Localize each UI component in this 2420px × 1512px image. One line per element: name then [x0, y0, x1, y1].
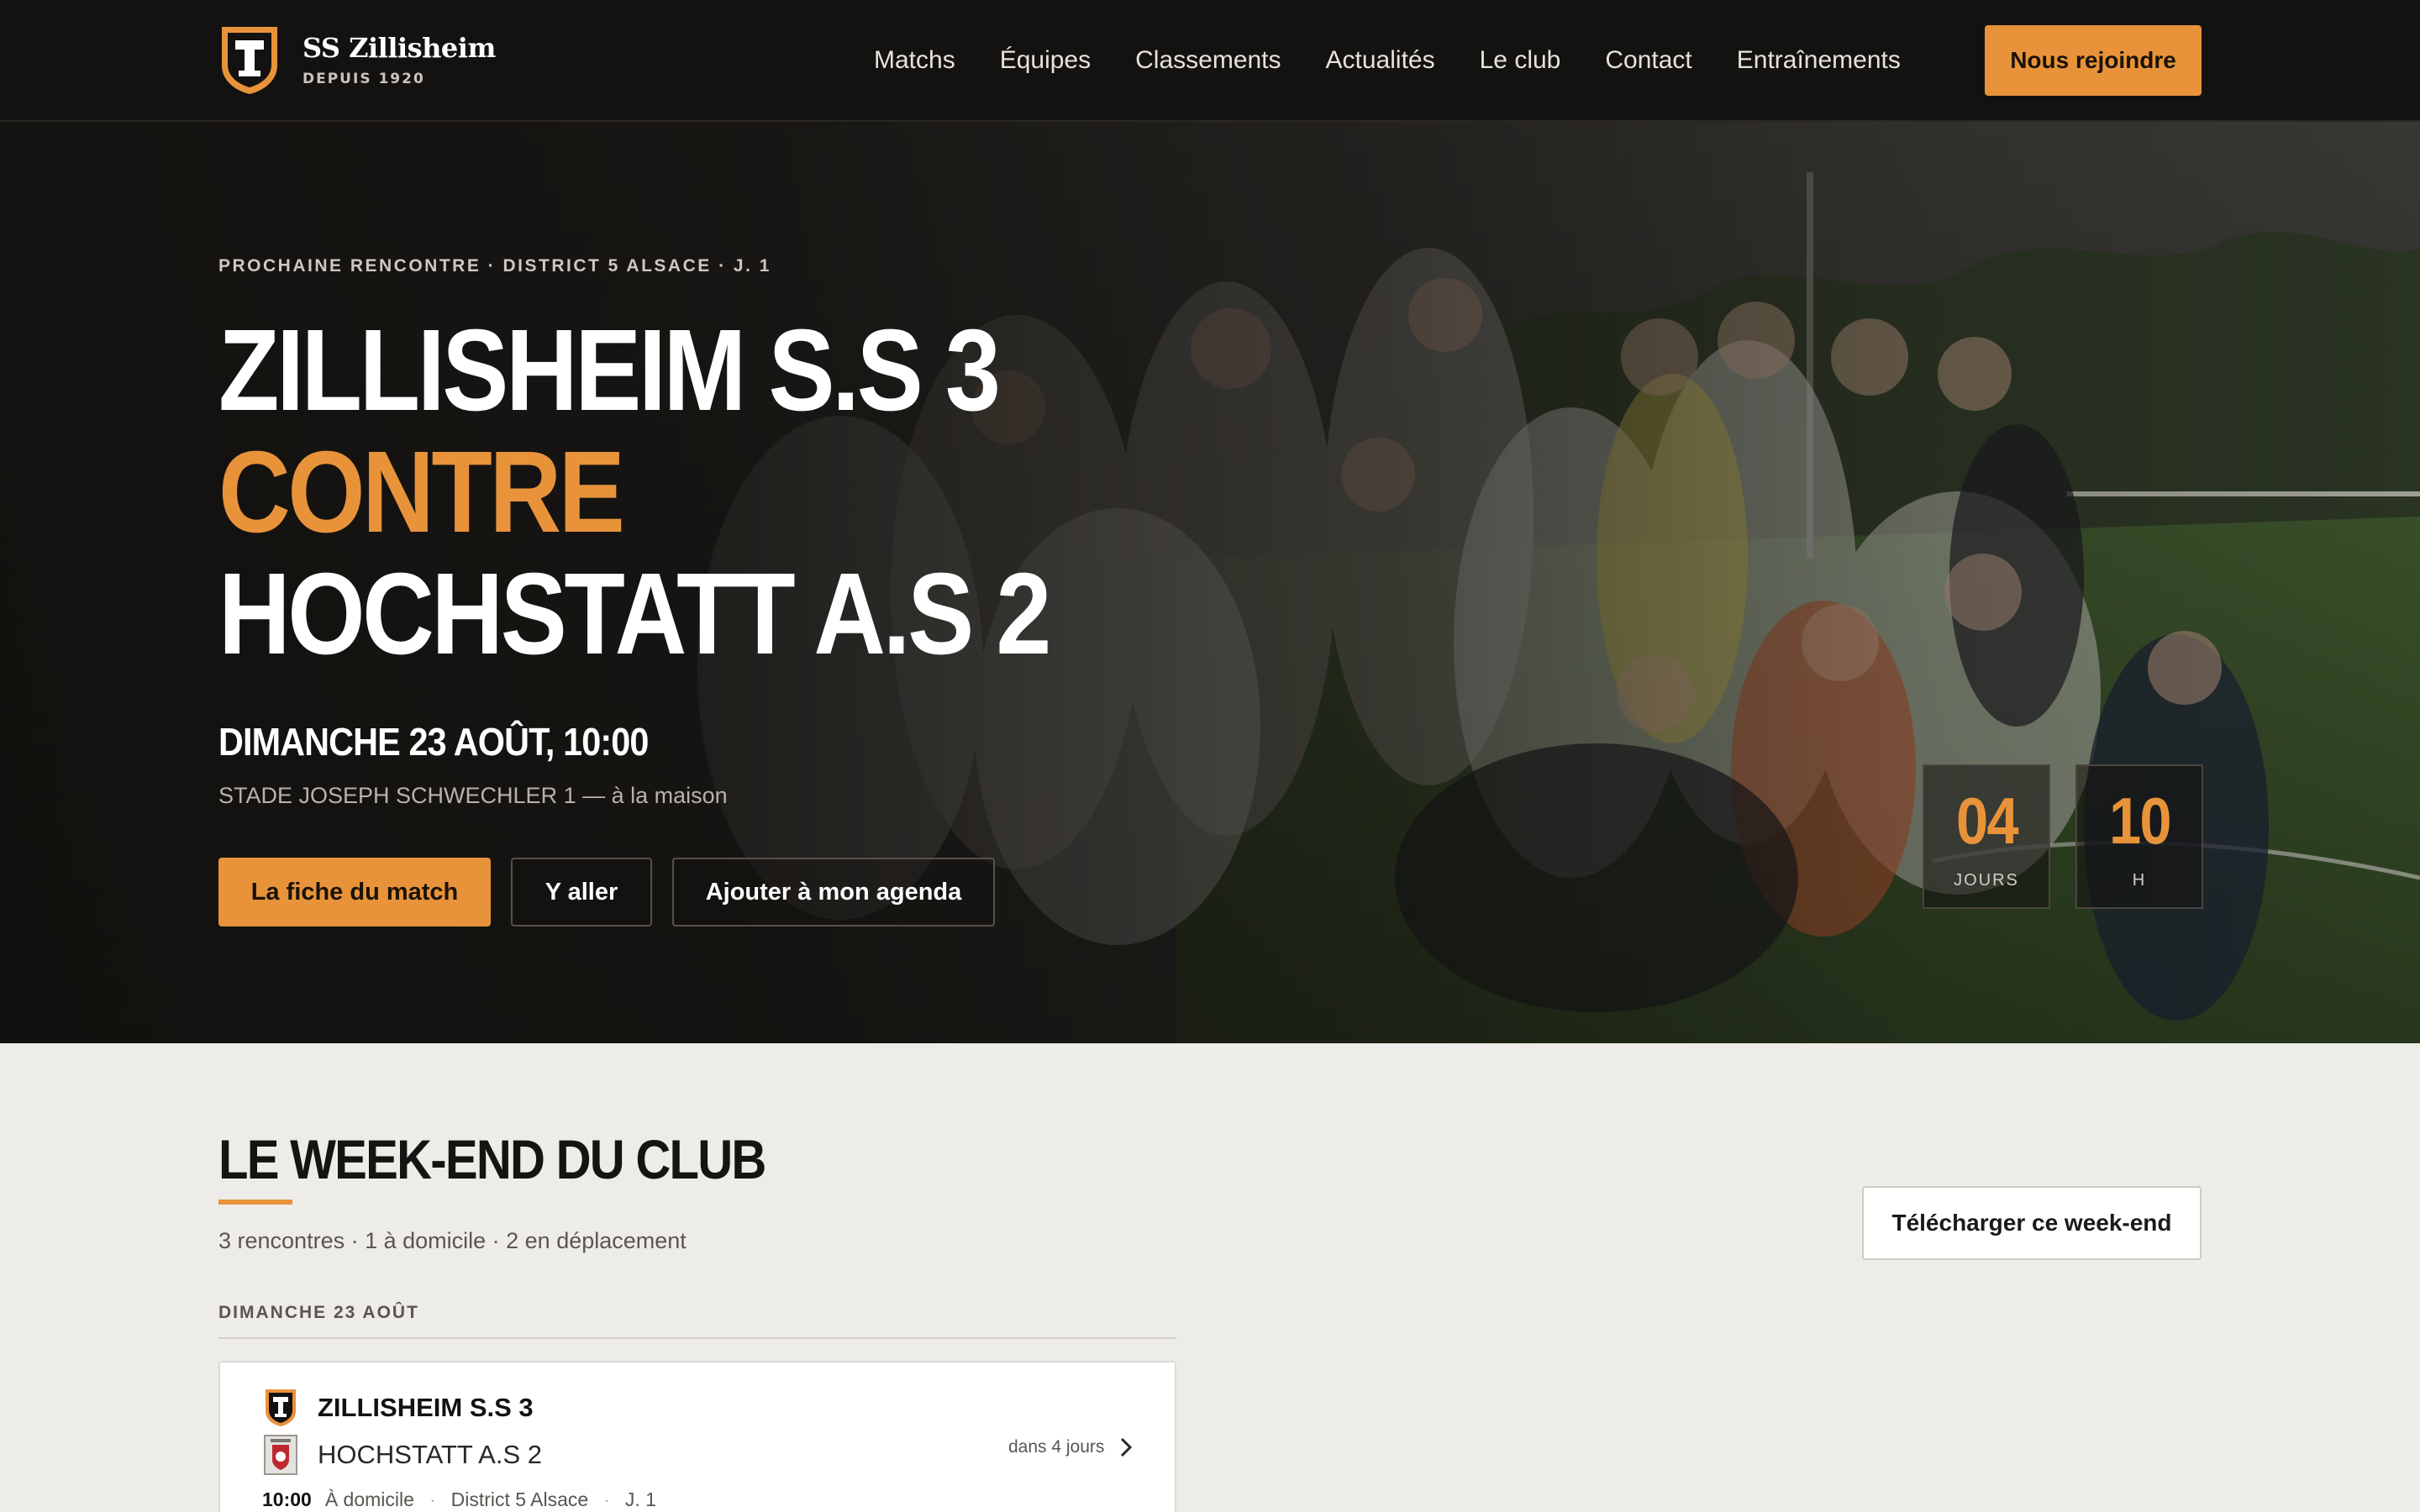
weekend-summary: 3 rencontres · 1 à domicile · 2 en dépla…: [218, 1228, 687, 1253]
match-details-button[interactable]: La fiche du match: [218, 858, 491, 927]
next-match-hero: PROCHAINE RENCONTRE · DISTRICT 5 ALSACE …: [0, 122, 2420, 1043]
top-navigation: SS Zillisheim DEPUIS 1920 Matchs Équipes…: [0, 0, 2420, 122]
match-card-away-row: HOCHSTATT A.S 2: [264, 1435, 542, 1475]
versus-label: CONTRE: [218, 428, 625, 557]
hero-actions: La fiche du match Y aller Ajouter à mon …: [218, 858, 1227, 927]
day-divider: [218, 1337, 1176, 1339]
match-card-competition: District 5 Alsace: [450, 1488, 589, 1510]
title-underline: [218, 1200, 292, 1205]
menu-item-contact[interactable]: Contact: [1605, 46, 1691, 75]
chevron-right-icon: [1121, 1437, 1133, 1457]
day-heading: DIMANCHE 23 AOÛT: [218, 1303, 419, 1322]
away-team-name: HOCHSTATT A.S 2: [218, 549, 1051, 679]
menu-item-actualites[interactable]: Actualités: [1326, 46, 1435, 75]
countdown-days-value: 04: [1955, 784, 2019, 858]
menu-item-classements[interactable]: Classements: [1135, 46, 1281, 75]
weekend-title: LE WEEK-END DU CLUB: [218, 1128, 766, 1190]
match-date: DIMANCHE 23 AOÛT, 10:00: [218, 720, 649, 764]
countdown-days: 04 JOURS: [1923, 764, 2050, 909]
match-headline: ZILLISHEIM S.S 3 CONTRE HOCHSTATT A.S 2: [218, 310, 1086, 675]
match-card-time: 10:00: [262, 1488, 312, 1510]
club-since: DEPUIS 1920: [302, 71, 425, 87]
add-to-calendar-button[interactable]: Ajouter à mon agenda: [672, 858, 995, 927]
join-button[interactable]: Nous rejoindre: [1985, 25, 2202, 96]
match-card-home-row: ZILLISHEIM S.S 3: [264, 1388, 534, 1428]
meta-separator: ·: [603, 1488, 610, 1510]
match-card-home-team: ZILLISHEIM S.S 3: [318, 1393, 534, 1422]
club-shield-icon: [266, 1389, 296, 1426]
logo-text: SS Zillisheim DEPUIS 1920: [302, 32, 496, 87]
crest-icon: [264, 1435, 297, 1475]
club-shield-icon: [222, 27, 277, 94]
match-card-away-team: HOCHSTATT A.S 2: [318, 1440, 542, 1469]
countdown-days-label: JOURS: [1954, 871, 2019, 890]
match-eyebrow: PROCHAINE RENCONTRE · DISTRICT 5 ALSACE …: [218, 256, 771, 276]
club-name: SS Zillisheim: [302, 32, 496, 64]
relative-time-label: dans 4 jours: [1008, 1437, 1105, 1457]
countdown-hours: 10 H: [2075, 764, 2203, 909]
match-card[interactable]: ZILLISHEIM S.S 3 HOCHSTATT A.S 2 dans 4 …: [218, 1361, 1176, 1512]
menu-item-matchs[interactable]: Matchs: [874, 46, 955, 75]
countdown-hours-value: 10: [2108, 784, 2172, 858]
main-menu: Matchs Équipes Classements Actualités Le…: [874, 0, 1901, 120]
match-card-location: À domicile: [324, 1488, 414, 1510]
menu-item-entrainements[interactable]: Entraînements: [1737, 46, 1901, 75]
menu-item-le-club[interactable]: Le club: [1480, 46, 1561, 75]
match-card-meta: 10:00 À domicile · District 5 Alsace · J…: [262, 1488, 656, 1511]
match-card-relative-time[interactable]: dans 4 jours: [1008, 1436, 1133, 1458]
match-card-round: J. 1: [624, 1488, 656, 1510]
meta-separator: ·: [429, 1488, 436, 1510]
hero-content: PROCHAINE RENCONTRE · DISTRICT 5 ALSACE …: [218, 256, 1227, 927]
menu-item-equipes[interactable]: Équipes: [1000, 46, 1091, 75]
download-weekend-button[interactable]: Télécharger ce week-end: [1862, 1186, 2202, 1260]
match-venue: STADE JOSEPH SCHWECHLER 1 — à la maison: [218, 783, 728, 808]
club-logo-link[interactable]: SS Zillisheim DEPUIS 1920: [218, 24, 496, 96]
match-countdown: 04 JOURS 10 H: [1923, 764, 2203, 909]
directions-button[interactable]: Y aller: [511, 858, 652, 927]
home-team-name: ZILLISHEIM S.S 3: [218, 306, 1001, 435]
countdown-hours-label: H: [2132, 871, 2147, 890]
